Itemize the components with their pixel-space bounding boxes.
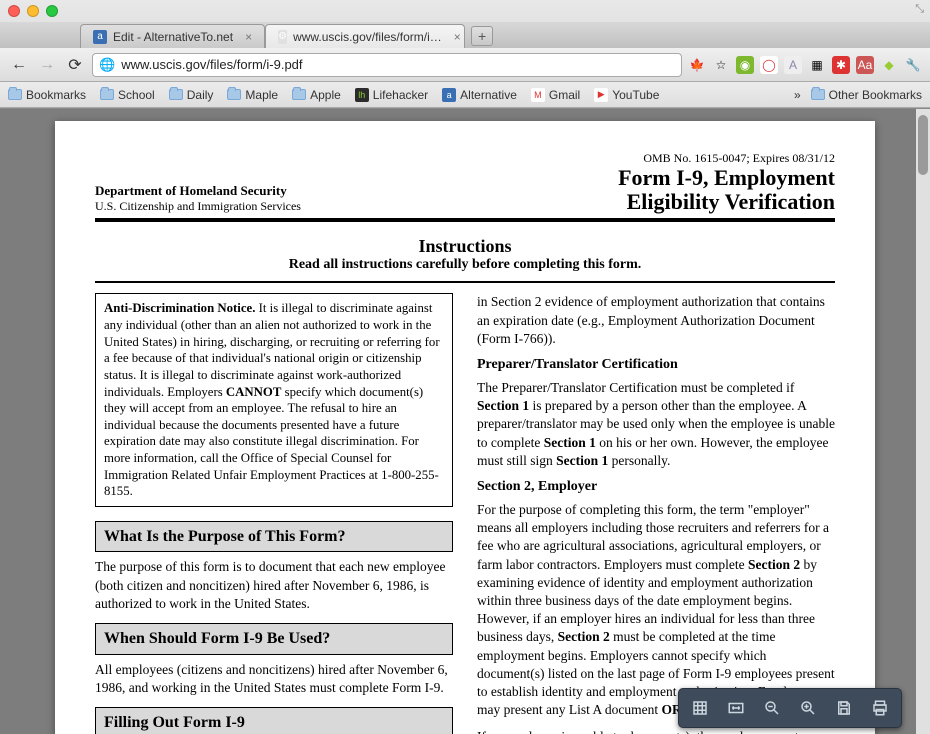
close-tab-icon[interactable]: × <box>454 30 461 44</box>
bookmark-bookmarks[interactable]: Bookmarks <box>8 88 86 102</box>
other-bookmarks[interactable]: Other Bookmarks <box>811 88 922 102</box>
folder-icon <box>811 89 825 100</box>
dept-name: Department of Homeland Security <box>95 183 301 199</box>
bookmark-alternative[interactable]: a Alternative <box>442 88 517 102</box>
back-button[interactable]: ← <box>8 54 30 76</box>
bookmark-label: School <box>118 88 155 102</box>
section-when-title: When Should Form I-9 Be Used? <box>95 623 453 655</box>
bookmark-apple[interactable]: Apple <box>292 88 341 102</box>
site-icon: ▶ <box>594 88 608 102</box>
rc-h2: Section 2, Employer <box>477 478 835 497</box>
bookmark-lifehacker[interactable]: lh Lifehacker <box>355 88 428 102</box>
site-icon: lh <box>355 88 369 102</box>
agency-name: U.S. Citizenship and Immigration Service… <box>95 199 301 214</box>
zoom-in-button[interactable] <box>793 693 823 723</box>
rc-p1: in Section 2 evidence of employment auth… <box>477 293 835 348</box>
ext-red-icon[interactable]: ✱ <box>832 56 850 74</box>
save-button[interactable] <box>829 693 859 723</box>
form-title-line1: Form I-9, Employment <box>618 166 835 190</box>
url-input[interactable] <box>121 57 675 72</box>
section-when-body: All employees (citizens and noncitizens)… <box>95 661 453 697</box>
print-button[interactable] <box>865 693 895 723</box>
bookmark-youtube[interactable]: ▶ YouTube <box>594 88 659 102</box>
site-icon: a <box>442 88 456 102</box>
bookmark-gmail[interactable]: M Gmail <box>531 88 580 102</box>
ext-aa-icon[interactable]: Aa <box>856 56 874 74</box>
notice-body2: specify which document(s) they will acce… <box>104 385 439 499</box>
close-tab-icon[interactable]: × <box>245 30 252 44</box>
rc-p4: If an employee is unable to documents), … <box>477 728 835 734</box>
omb-number: OMB No. 1615-0047; Expires 08/31/12 <box>618 151 835 166</box>
ext-green-icon[interactable]: ◉ <box>736 56 754 74</box>
form-title-line2: Eligibility Verification <box>618 190 835 214</box>
bookmark-label: Maple <box>245 88 278 102</box>
pdf-page: Department of Homeland Security U.S. Cit… <box>55 121 875 734</box>
notice-cannot: CANNOT <box>226 385 281 399</box>
vertical-scrollbar[interactable] <box>916 109 930 734</box>
wrench-icon[interactable]: 🔧 <box>904 56 922 74</box>
bookmark-school[interactable]: School <box>100 88 155 102</box>
close-window-button[interactable] <box>8 5 20 17</box>
tab-label: Edit - AlternativeTo.net <box>113 30 233 44</box>
favicon-icon: ⚙ <box>278 30 287 44</box>
folder-icon <box>8 89 22 100</box>
fit-width-button[interactable] <box>721 693 751 723</box>
ext-a-icon[interactable]: A <box>784 56 802 74</box>
address-bar[interactable]: 🌐 <box>92 53 682 77</box>
bookmarks-overflow[interactable]: » <box>794 88 801 102</box>
resize-handle-icon: ⤡ <box>915 3 924 16</box>
bookmark-label: Apple <box>310 88 341 102</box>
minimize-window-button[interactable] <box>27 5 39 17</box>
instructions-sub: Read all instructions carefully before c… <box>95 257 835 273</box>
section-purpose-title: What Is the Purpose of This Form? <box>95 521 453 553</box>
section-filling-title: Filling Out Form I-9 <box>95 707 453 734</box>
tab-strip: a Edit - AlternativeTo.net × ⚙ www.uscis.gov… <box>0 22 930 48</box>
anti-discrimination-notice: Anti-Discrimination Notice. It is illega… <box>95 293 453 507</box>
ext-stop-icon[interactable]: ◯ <box>760 56 778 74</box>
forward-button[interactable]: → <box>36 54 58 76</box>
bookmark-label: Lifehacker <box>373 88 428 102</box>
zoom-out-button[interactable] <box>757 693 787 723</box>
flag-icon[interactable]: 🍁 <box>688 56 706 74</box>
scroll-thumb[interactable] <box>918 115 928 175</box>
bookmark-label: Bookmarks <box>26 88 86 102</box>
ext-diamond-icon[interactable]: ◆ <box>880 56 898 74</box>
extension-icons: 🍁 ☆ ◉ ◯ A ▦ ✱ Aa ◆ 🔧 <box>688 56 922 74</box>
site-icon: M <box>531 88 545 102</box>
favicon-icon: a <box>93 30 107 44</box>
folder-icon <box>169 89 183 100</box>
fit-page-button[interactable] <box>685 693 715 723</box>
other-bookmarks-label: Other Bookmarks <box>829 88 922 102</box>
rc-p3: For the purpose of completing this form,… <box>477 501 835 720</box>
globe-icon: 🌐 <box>99 57 115 73</box>
ext-grid-icon[interactable]: ▦ <box>808 56 826 74</box>
bookmark-label: Daily <box>187 88 214 102</box>
rc-h1: Preparer/Translator Certification <box>477 356 835 375</box>
bookmark-label: YouTube <box>612 88 659 102</box>
rc-p2: The Preparer/Translator Certification mu… <box>477 379 835 470</box>
bookmark-maple[interactable]: Maple <box>227 88 278 102</box>
tab-0[interactable]: a Edit - AlternativeTo.net × <box>80 24 265 48</box>
folder-icon <box>100 89 114 100</box>
folder-icon <box>292 89 306 100</box>
tab-1[interactable]: ⚙ www.uscis.gov/files/form/i… × <box>265 24 465 48</box>
folder-icon <box>227 89 241 100</box>
section-purpose-body: The purpose of this form is to document … <box>95 558 453 613</box>
pdf-toolbar <box>678 688 902 728</box>
bookmark-label: Gmail <box>549 88 580 102</box>
star-icon[interactable]: ☆ <box>712 56 730 74</box>
new-tab-button[interactable]: + <box>471 26 493 46</box>
pdf-viewport[interactable]: Department of Homeland Security U.S. Cit… <box>0 109 930 734</box>
zoom-window-button[interactable] <box>46 5 58 17</box>
tab-label: www.uscis.gov/files/form/i… <box>293 30 442 44</box>
bookmark-label: Alternative <box>460 88 517 102</box>
instructions-heading: Instructions <box>95 236 835 257</box>
notice-lead: Anti-Discrimination Notice. <box>104 301 255 315</box>
bookmark-daily[interactable]: Daily <box>169 88 214 102</box>
reload-button[interactable]: ⟳ <box>64 54 86 76</box>
